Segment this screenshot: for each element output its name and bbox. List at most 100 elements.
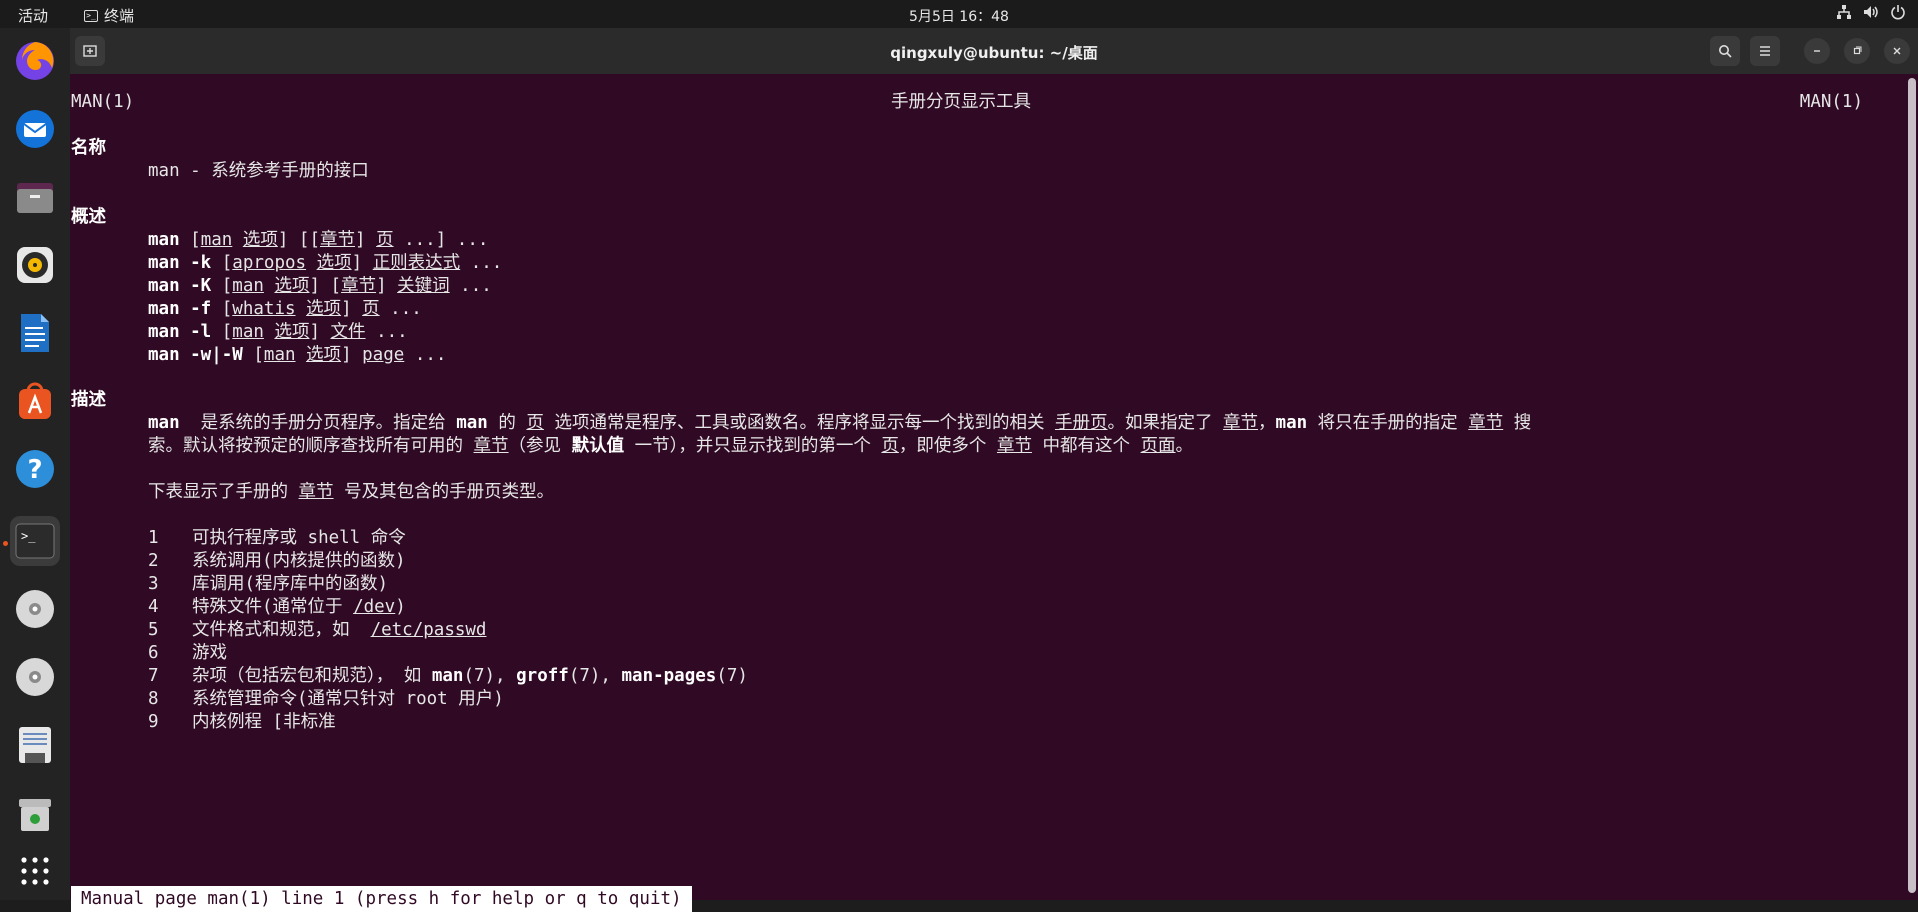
synopsis-command: man -w|-W <box>148 345 243 365</box>
section-number: 1 <box>148 528 159 548</box>
network-icon <box>1836 4 1852 24</box>
synopsis-text: [ <box>211 276 233 296</box>
section-description-text: (7), <box>568 666 622 686</box>
section-number: 2 <box>148 551 159 571</box>
clock[interactable]: 5月5日 16：48 <box>909 9 1009 25</box>
description-text: man <box>1275 413 1308 433</box>
files-launcher[interactable] <box>10 172 60 222</box>
writer-icon <box>21 314 49 352</box>
rhythmbox-launcher[interactable] <box>10 240 60 290</box>
thunderbird-launcher[interactable] <box>10 104 60 154</box>
section-description-text: 内核例程 [非标准 <box>192 712 336 732</box>
synopsis-text: ] <box>341 299 363 319</box>
description-text: ，即使多个 <box>898 436 997 456</box>
trash-launcher[interactable] <box>10 788 60 838</box>
svg-text:>_: >_ <box>21 529 36 543</box>
synopsis-argument: 章节 <box>320 230 355 250</box>
section-description-text: 可执行程序或 shell 命令 <box>192 528 406 548</box>
firefox-launcher[interactable] <box>10 36 60 86</box>
disc-launcher-2[interactable] <box>10 652 60 702</box>
system-menu[interactable] <box>1836 4 1906 24</box>
writer-launcher[interactable] <box>10 308 60 358</box>
disc-launcher-1[interactable] <box>10 584 60 634</box>
table-intro-text: 章节 <box>298 482 334 502</box>
synopsis-argument: 章节 <box>341 276 377 296</box>
section-heading-synopsis: 概述 <box>71 207 106 227</box>
search-button[interactable] <box>1710 36 1740 66</box>
synopsis-command: man -k <box>148 253 212 273</box>
name-line: man - 系统参考手册的接口 <box>148 161 369 181</box>
synopsis-text: [ <box>211 299 233 319</box>
synopsis-text: [ <box>211 253 233 273</box>
section-description-text: 杂项（包括宏包和规范）， 如 <box>192 666 432 686</box>
synopsis-argument: 页 <box>376 230 394 250</box>
description-text: 章节 <box>996 436 1032 456</box>
description-text: 。如果指定了 <box>1107 413 1224 433</box>
table-intro-text: 下表显示了手册的 <box>148 482 299 502</box>
description-line-2: 索。默认将按预定的顺序查找所有可用的 章节（参见 默认值 一节），并只显示找到的… <box>148 434 1193 458</box>
app-center-icon <box>19 382 51 419</box>
synopsis-text: ... <box>404 345 447 365</box>
app-center-launcher[interactable] <box>10 376 60 426</box>
disc-icon <box>16 658 54 696</box>
apps-grid-icon <box>21 857 49 885</box>
description-text: （参见 <box>508 436 572 456</box>
trash-icon <box>19 799 51 831</box>
description-text: 搜 <box>1503 413 1532 433</box>
menu-button[interactable] <box>1750 36 1780 66</box>
synopsis-command: man -K <box>148 276 212 296</box>
app-menu[interactable]: >_ 终端 <box>84 5 134 26</box>
section-description-text: man-pages <box>621 666 717 686</box>
synopsis-text <box>264 276 275 296</box>
description-text: 一节），并只显示找到的第一个 <box>624 436 882 456</box>
terminal-window: qingxuly@ubuntu: ~/桌面 MAN(1) 手册分页显示工具 MA… <box>70 28 1918 912</box>
synopsis-text: ... <box>365 322 408 342</box>
close-button[interactable] <box>1884 38 1910 64</box>
synopsis-line: man -K [man 选项] [章节] 关键词 ... <box>148 274 492 298</box>
synopsis-text <box>306 253 317 273</box>
activities-button[interactable]: 活动 <box>18 5 48 26</box>
restore-button[interactable] <box>1844 38 1870 64</box>
text-editor-icon <box>19 727 51 763</box>
new-tab-button[interactable] <box>75 36 105 66</box>
section-description-text: /etc/passwd <box>370 620 487 640</box>
terminal-content[interactable]: MAN(1) 手册分页显示工具 MAN(1) 名称 man - 系统参考手册的接… <box>71 74 1901 912</box>
synopsis-argument: 选项 <box>274 322 310 342</box>
help-icon: ? <box>16 450 54 488</box>
rhythmbox-icon <box>17 247 53 283</box>
help-launcher[interactable]: ? <box>10 444 60 494</box>
section-description: 特殊文件(通常位于 /dev) <box>192 595 406 619</box>
description-text: 是系统的手册分页程序。指定给 <box>179 413 457 433</box>
section-description: 文件格式和规范，如 /etc/passwd <box>192 618 486 642</box>
synopsis-text <box>296 299 307 319</box>
title-bar[interactable]: qingxuly@ubuntu: ~/桌面 <box>70 28 1918 74</box>
section-table-intro: 下表显示了手册的 章节 号及其包含的手册页类型。 <box>148 480 554 504</box>
show-apps-button[interactable] <box>10 846 60 896</box>
synopsis-command: man -f <box>148 299 212 319</box>
svg-text:?: ? <box>27 455 42 485</box>
volume-icon <box>1862 4 1880 24</box>
firefox-icon <box>16 42 54 80</box>
text-editor-launcher[interactable] <box>10 720 60 770</box>
section-description-text: (7), <box>463 666 517 686</box>
terminal-icon: >_ <box>84 9 98 22</box>
synopsis-text: ... <box>460 253 503 273</box>
terminal-launcher[interactable]: >_ <box>10 516 60 566</box>
section-number: 8 <box>148 689 159 709</box>
restore-icon <box>1853 46 1862 55</box>
scrollbar-thumb[interactable] <box>1908 78 1916 893</box>
synopsis-text: [ <box>211 322 233 342</box>
description-text: 中都有这个 <box>1031 436 1141 456</box>
thunderbird-icon <box>16 110 54 148</box>
synopsis-argument: man <box>263 345 296 365</box>
section-number: 5 <box>148 620 159 640</box>
synopsis-argument: 正则表达式 <box>372 253 461 273</box>
section-description-text: /dev <box>353 597 396 617</box>
synopsis-argument: apropos <box>232 253 307 273</box>
synopsis-argument: whatis <box>232 299 296 319</box>
synopsis-argument: man <box>200 230 233 250</box>
description-text: 页 <box>881 436 899 456</box>
scrollbar[interactable] <box>1908 78 1916 898</box>
minimize-button[interactable] <box>1804 38 1830 64</box>
description-text: 选项通常是程序、工具或函数名。程序将显示每一个找到的相关 <box>543 413 1055 433</box>
